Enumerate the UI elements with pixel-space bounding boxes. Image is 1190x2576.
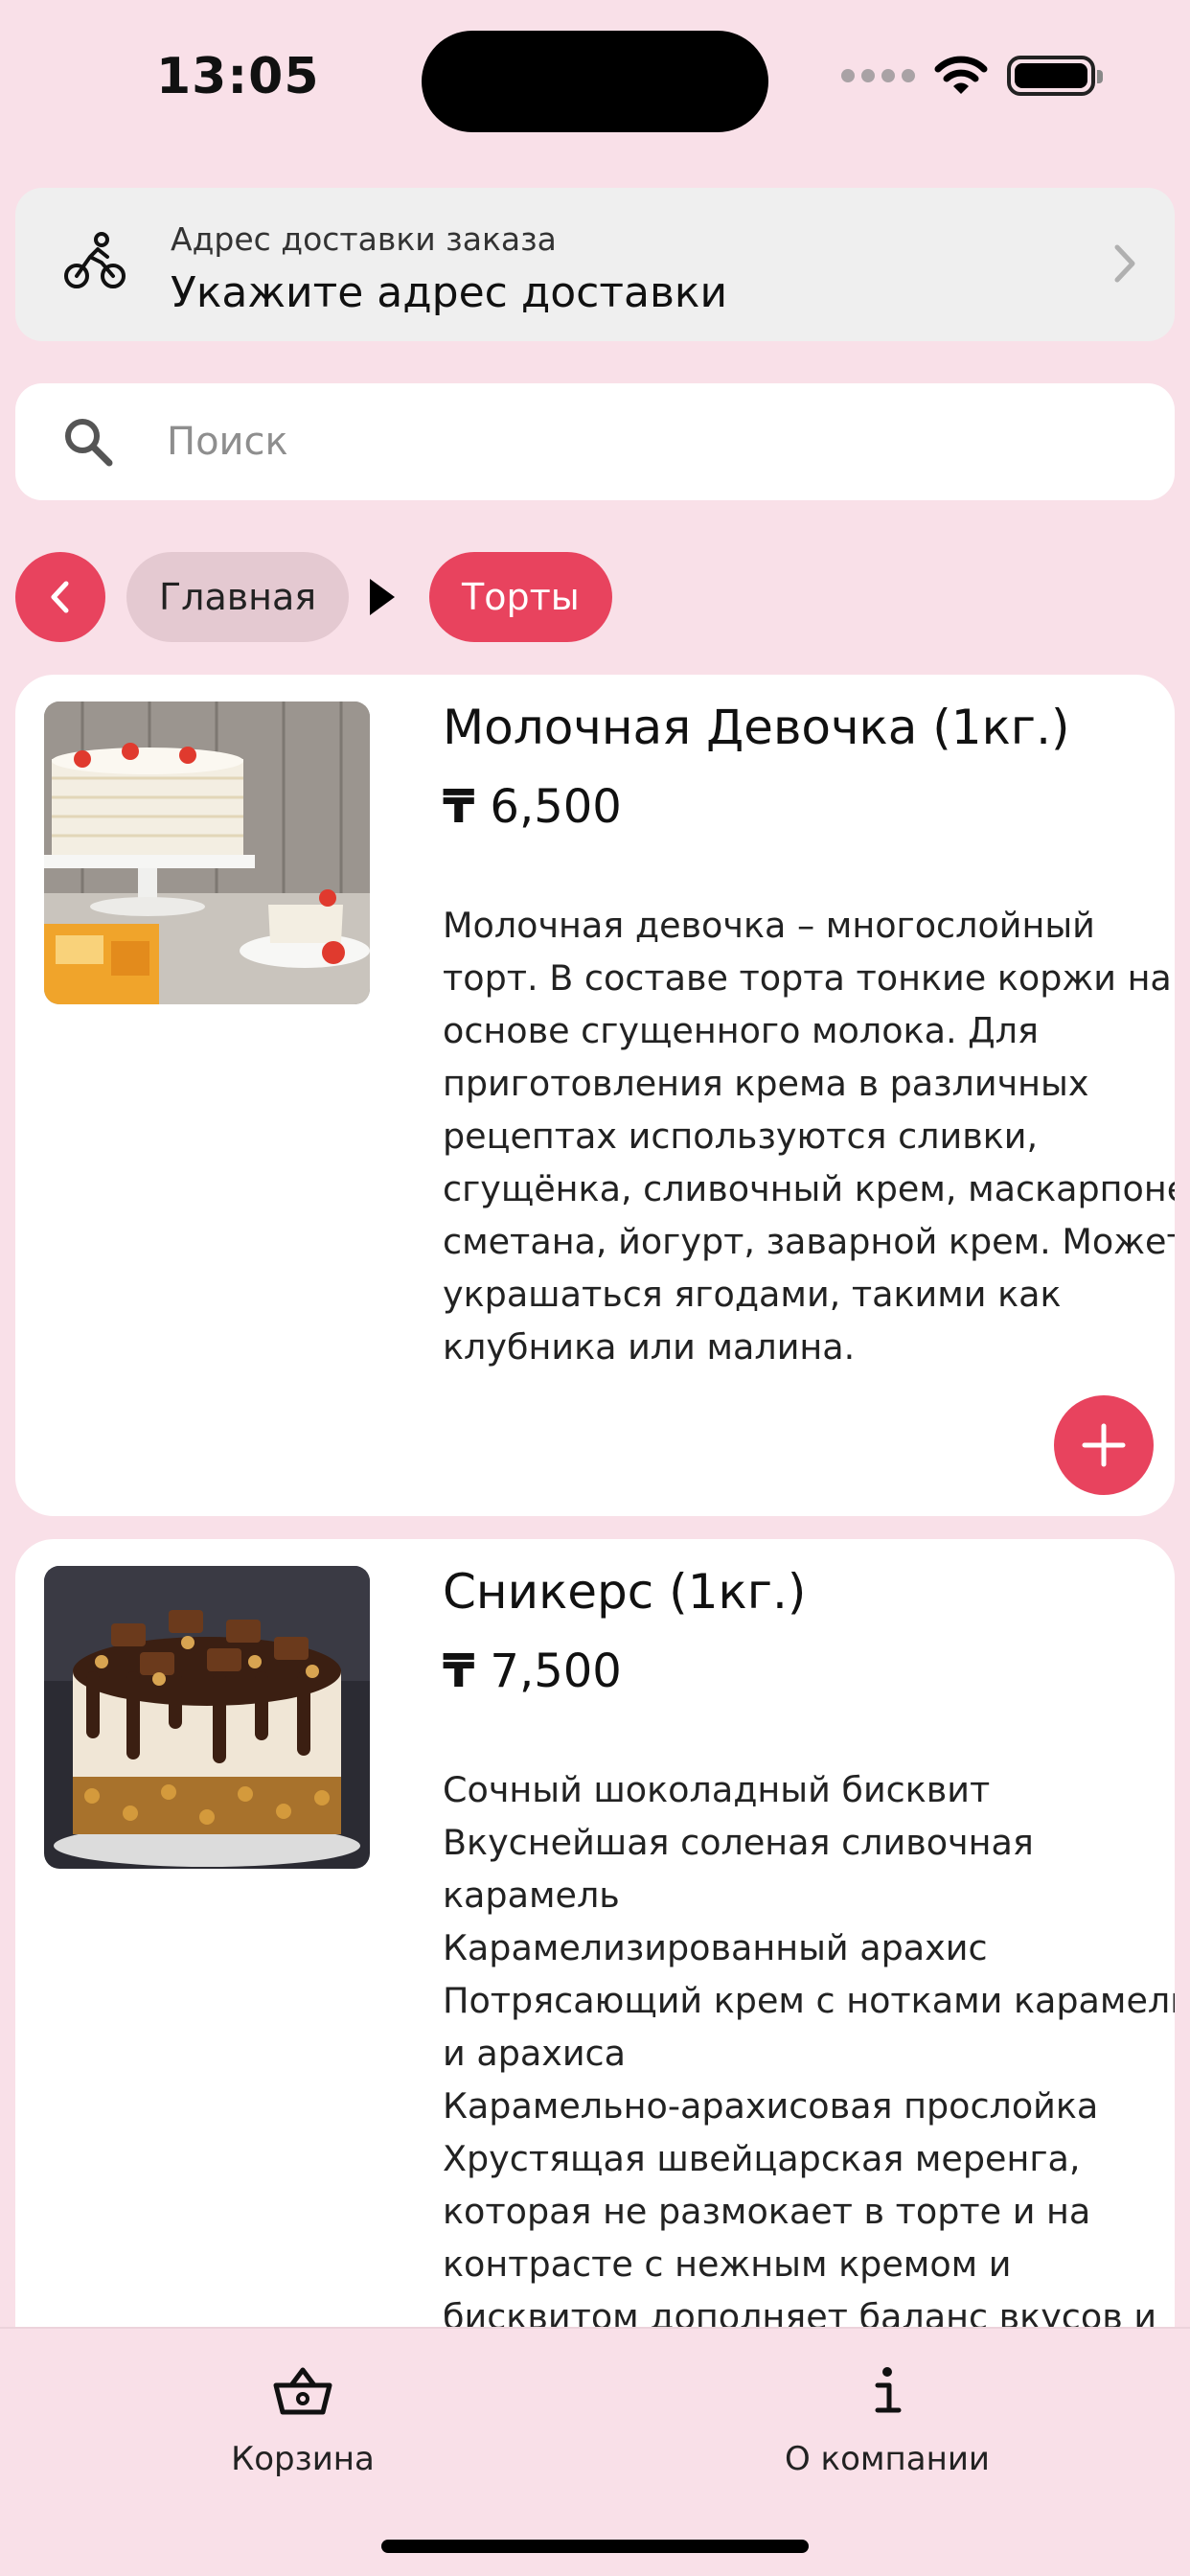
app-screen: 13:05 Адрес доставки заказа Укажите адре… — [0, 0, 1190, 2576]
delivery-label: Адрес доставки заказа — [171, 220, 557, 258]
tab-about-label: О компании — [784, 2440, 991, 2478]
description-line: Сочный шоколадный бисквит — [443, 1769, 991, 1810]
delivery-value: Укажите адрес доставки — [171, 268, 728, 317]
product-price: ₸ 6,500 — [443, 780, 622, 834]
currency-symbol: ₸ — [443, 780, 475, 834]
battery-icon — [1007, 56, 1103, 96]
description-line: сгущёнка, сливочный крем, маскарпоне, — [443, 1168, 1175, 1209]
chevron-left-icon — [51, 581, 69, 613]
price-value: 6,500 — [490, 780, 622, 834]
product-name: Молочная Девочка (1кг.) — [443, 700, 1070, 755]
description-line: Вкуснейшая соленая сливочная — [443, 1822, 1034, 1863]
description-line: контрасте с нежным кремом и — [443, 2243, 1012, 2285]
search-bar[interactable] — [15, 383, 1175, 500]
cellular-signal-icon — [841, 69, 915, 82]
description-line: и арахиса — [443, 2033, 626, 2074]
description-line: карамель — [443, 1874, 620, 1916]
chevron-right-icon — [1114, 244, 1135, 283]
add-to-cart-button[interactable] — [1054, 1395, 1154, 1495]
description-line: рецептах используются сливки, — [443, 1116, 1039, 1157]
product-description: Молочная девочка – многослойный торт. В … — [443, 899, 1175, 1373]
breadcrumb-home[interactable]: Главная — [126, 552, 350, 642]
delivery-address-card[interactable]: Адрес доставки заказа Укажите адрес дост… — [15, 188, 1175, 341]
search-icon — [65, 419, 113, 467]
wifi-icon — [934, 56, 988, 94]
description-line: Потрясающий крем с нотками карамели — [443, 1980, 1175, 2021]
product-card[interactable]: Молочная Девочка (1кг.) ₸ 6,500 Молочная… — [15, 675, 1175, 1516]
description-line: которая не размокает в торте и на — [443, 2191, 1091, 2232]
description-line: основе сгущенного молока. Для — [443, 1010, 1039, 1051]
product-image — [44, 702, 370, 1004]
description-line: Молочная девочка – многослойный — [443, 905, 1095, 946]
product-name: Сникерс (1кг.) — [443, 1564, 807, 1620]
status-time: 13:05 — [156, 48, 320, 105]
tab-cart-label: Корзина — [231, 2440, 375, 2478]
search-input[interactable] — [167, 412, 1087, 472]
description-line: сметана, йогурт, заварной крем. Может — [443, 1221, 1175, 1262]
description-line: торт. В составе торта тонкие коржи на — [443, 957, 1172, 999]
currency-symbol: ₸ — [443, 1644, 475, 1698]
description-line: приготовления крема в различных — [443, 1063, 1089, 1104]
status-icons — [841, 56, 1103, 96]
breadcrumb-separator-icon — [370, 579, 395, 615]
description-line: украшаться ягодами, такими как — [443, 1274, 1062, 1315]
product-card[interactable]: Сникерс (1кг.) ₸ 7,500 Сочный шоколадный… — [15, 1539, 1175, 2402]
tab-about[interactable]: О компании — [744, 2358, 1031, 2478]
product-image — [44, 1566, 370, 1869]
breadcrumb-current[interactable]: Торты — [429, 552, 612, 642]
basket-icon — [273, 2367, 332, 2415]
home-indicator — [381, 2540, 809, 2553]
bicycle-icon — [64, 232, 126, 288]
tab-cart[interactable]: Корзина — [159, 2358, 446, 2478]
description-line: Карамелизированный арахис — [443, 1927, 988, 1968]
description-line: клубника или малина. — [443, 1326, 856, 1368]
description-line: Хрустящая швейцарская меренга, — [443, 2138, 1081, 2179]
tab-bar: Корзина О компании — [0, 2327, 1190, 2576]
back-button[interactable] — [15, 552, 105, 642]
plus-icon — [1082, 1423, 1126, 1467]
dynamic-island — [422, 31, 768, 132]
info-icon — [875, 2367, 902, 2413]
product-price: ₸ 7,500 — [443, 1644, 622, 1698]
price-value: 7,500 — [490, 1644, 622, 1698]
product-description: Сочный шоколадный бисквит Вкуснейшая сол… — [443, 1763, 1175, 2343]
description-line: Карамельно-арахисовая прослойка — [443, 2085, 1099, 2127]
